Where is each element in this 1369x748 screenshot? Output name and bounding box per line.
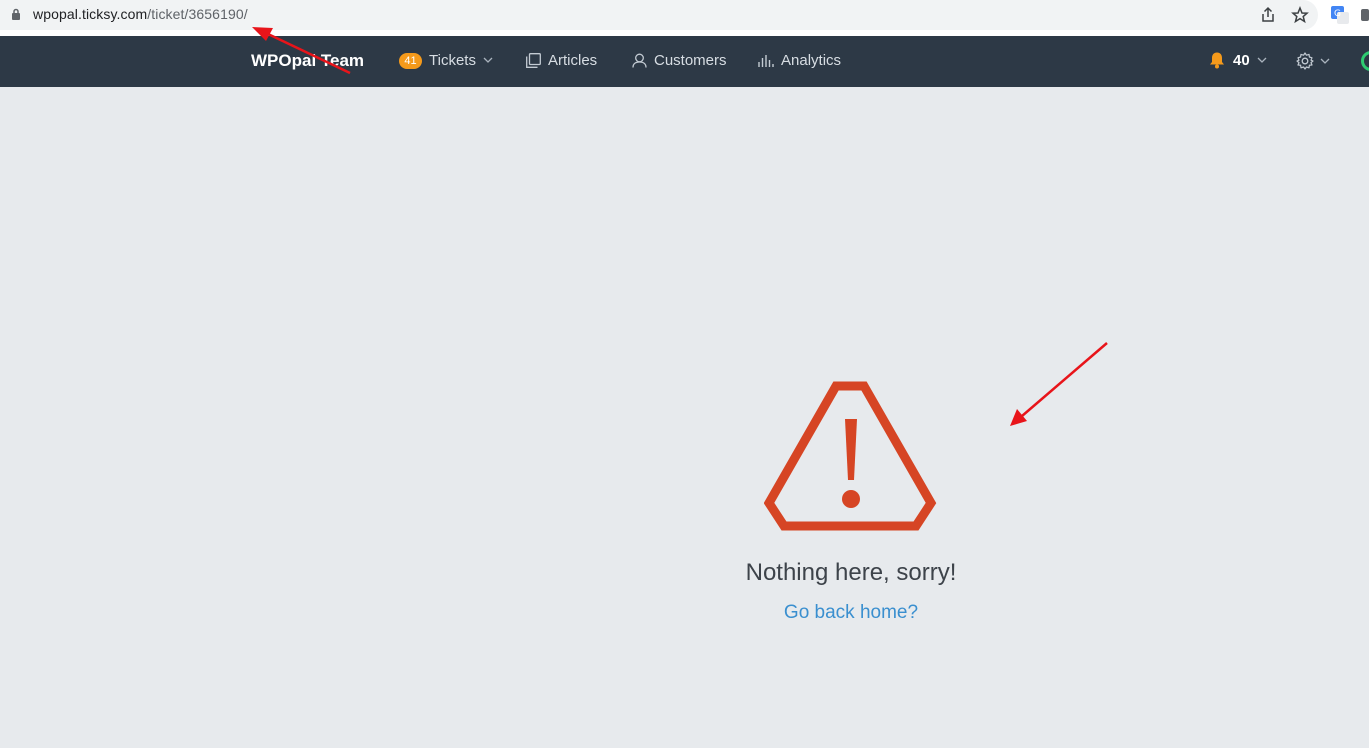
nav-analytics[interactable]: Analytics: [758, 52, 841, 69]
notifications-count: 40: [1233, 51, 1250, 69]
warning-icon: [764, 381, 937, 531]
star-icon[interactable]: [1291, 6, 1309, 24]
nav-articles-label: Articles: [548, 52, 598, 69]
nav-tickets-label: Tickets: [429, 52, 476, 69]
url-field[interactable]: wpopal.ticksy.com/ticket/3656190/: [0, 0, 1318, 30]
url-text: wpopal.ticksy.com/ticket/3656190/: [33, 6, 248, 22]
extension-icon[interactable]: [1361, 6, 1369, 24]
nav-customers[interactable]: Customers: [632, 52, 727, 69]
settings-menu[interactable]: [1296, 52, 1330, 70]
gear-icon: [1296, 52, 1314, 70]
nav-articles[interactable]: Articles: [526, 52, 597, 69]
main-content: Nothing here, sorry! Go back home?: [0, 87, 1369, 748]
top-navbar: WPOpal Team 41 Tickets Articles Customer…: [0, 36, 1369, 87]
url-host: wpopal.ticksy.com: [33, 6, 148, 22]
analytics-icon: [758, 55, 774, 67]
url-path: /ticket/3656190/: [147, 6, 248, 22]
chevron-down-icon: [1257, 57, 1267, 63]
notifications-menu[interactable]: 40: [1208, 51, 1267, 69]
svg-text:G: G: [1334, 9, 1341, 19]
chevron-down-icon: [1320, 58, 1330, 64]
status-indicator[interactable]: [1361, 51, 1369, 71]
brand-name[interactable]: WPOpal Team: [251, 51, 364, 71]
bell-icon: [1210, 52, 1224, 69]
articles-icon: [526, 53, 541, 68]
translate-icon[interactable]: G: [1331, 6, 1349, 24]
go-back-home-link[interactable]: Go back home?: [600, 602, 1102, 624]
nav-tickets[interactable]: 41 Tickets: [399, 52, 493, 69]
lock-icon: [12, 8, 20, 20]
nav-analytics-label: Analytics: [781, 52, 842, 69]
share-icon[interactable]: [1260, 6, 1276, 24]
user-icon: [632, 53, 647, 68]
nav-customers-label: Customers: [654, 52, 727, 69]
tickets-count-badge: 41: [399, 52, 422, 69]
browser-address-bar: wpopal.ticksy.com/ticket/3656190/ G: [0, 0, 1369, 36]
not-found-message: Nothing here, sorry!: [745, 559, 957, 586]
chevron-down-icon: [483, 57, 493, 63]
